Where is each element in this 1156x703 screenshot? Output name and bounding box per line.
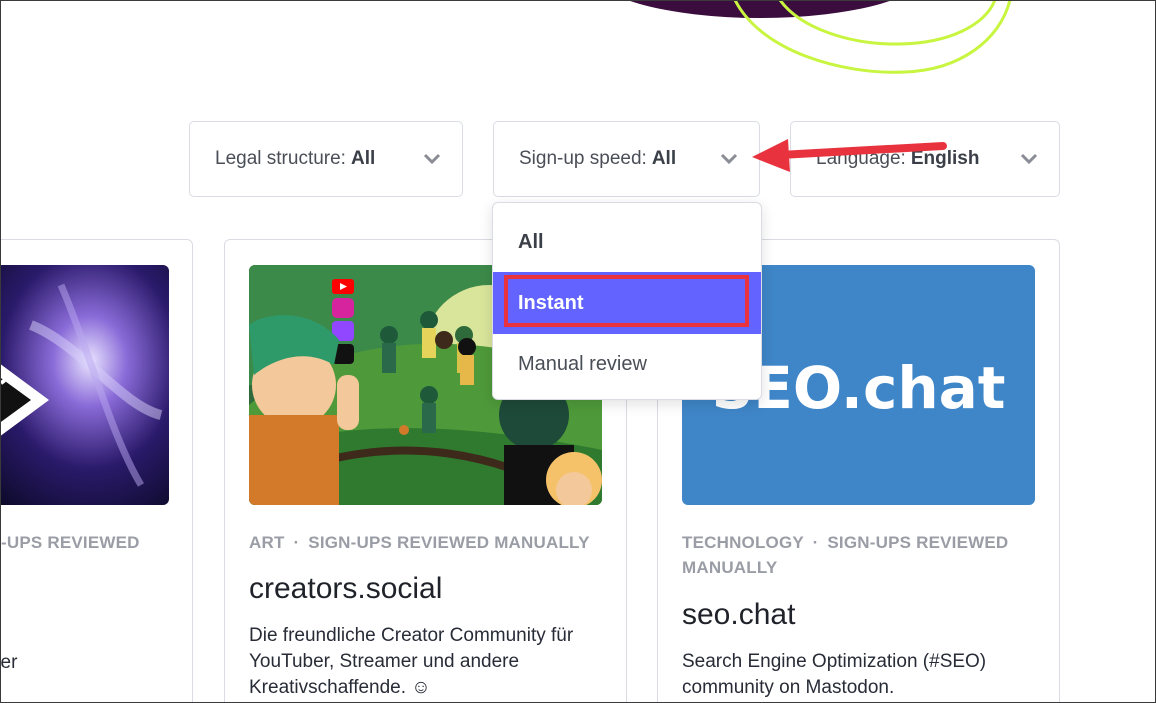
legal-structure-label: Legal structure: bbox=[215, 148, 346, 169]
signup-mode-label: SIGN-UPS REVIEWED bbox=[827, 533, 1009, 552]
signup-speed-value: All bbox=[651, 148, 677, 169]
category-label: TECHNOLOGY bbox=[682, 533, 804, 552]
category-label: ART bbox=[249, 533, 285, 552]
dropdown-option-all[interactable]: All bbox=[493, 211, 761, 273]
server-name[interactable]: creators.social bbox=[249, 572, 442, 606]
server-description: Search Engine Optimization (#SEO) commun… bbox=[682, 651, 987, 698]
signup-mode-label: SIGN-UPS REVIEWED MANUALLY bbox=[308, 533, 590, 552]
chevron-down-icon bbox=[1020, 153, 1038, 165]
meta-separator: · bbox=[812, 533, 819, 552]
hero-decoration bbox=[627, 0, 1012, 74]
signup-speed-label: Sign-up speed: bbox=[519, 148, 647, 169]
server-meta: -UPS REVIEWED bbox=[1, 533, 140, 552]
language-filter[interactable]: Language: English bbox=[790, 121, 1060, 197]
dropdown-option-manual-review[interactable]: Manual review bbox=[493, 333, 761, 395]
signup-mode-label-cont: MANUALLY bbox=[682, 558, 778, 577]
language-label: Language: bbox=[816, 148, 906, 169]
server-meta: TECHNOLOGY · SIGN-UPS REVIEWED MANUALLY bbox=[682, 530, 1008, 580]
meta-separator: · bbox=[293, 533, 300, 552]
server-description: Die freundliche Creator Community für Yo… bbox=[249, 625, 574, 698]
chevron-down-icon bbox=[720, 153, 738, 165]
dropdown-option-instant[interactable]: Instant bbox=[493, 272, 761, 334]
language-value: English bbox=[910, 148, 980, 169]
legal-structure-filter[interactable]: Legal structure: All bbox=[189, 121, 463, 197]
chevron-down-icon bbox=[423, 153, 441, 165]
legal-structure-value: All bbox=[350, 148, 376, 169]
signup-speed-filter[interactable]: Sign-up speed: All bbox=[493, 121, 760, 197]
server-thumbnail bbox=[0, 265, 169, 505]
server-name[interactable]: seo.chat bbox=[682, 598, 795, 632]
server-card[interactable]: NE -UPS REVIEWED yer bbox=[0, 239, 193, 703]
server-meta: ART · SIGN-UPS REVIEWED MANUALLY bbox=[249, 530, 590, 555]
signup-speed-dropdown: All Instant Manual review bbox=[492, 202, 762, 400]
server-description: yer bbox=[0, 652, 18, 673]
